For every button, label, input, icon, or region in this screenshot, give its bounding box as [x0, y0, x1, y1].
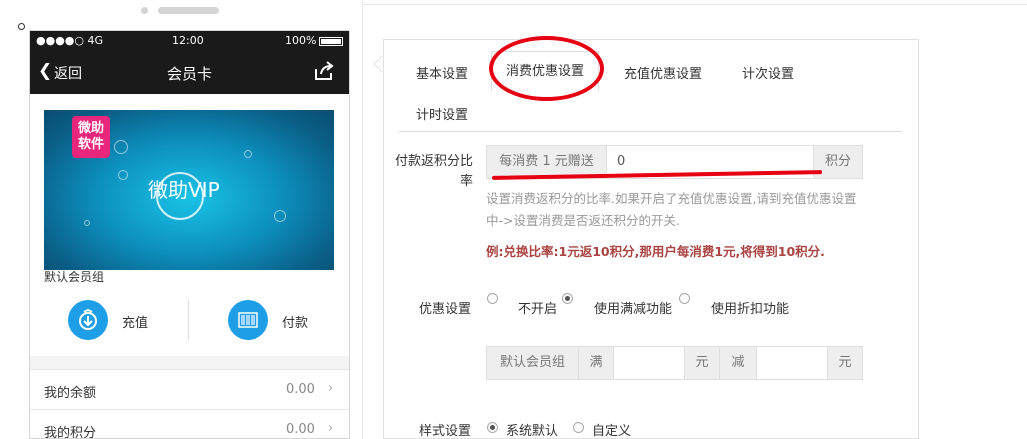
radio-style-default[interactable] — [487, 422, 498, 433]
recharge-icon[interactable] — [68, 300, 108, 340]
tab-timing[interactable]: 计时设置 — [416, 104, 468, 123]
option-style-default-label[interactable]: 系统默认 — [506, 420, 558, 439]
rule-full-label: 满 — [578, 346, 614, 380]
account-list: 我的余额 0.00 › 我的积分 0.00 › — [30, 369, 349, 439]
radio-style-custom[interactable] — [573, 422, 584, 433]
option-style-custom-label[interactable]: 自定义 — [592, 420, 631, 439]
phone-preview: ●●●●○ 4G 12:00 100% ❮ 返回 会员卡 微助VIP 微助 软件 — [29, 30, 350, 439]
option-full-reduction-label[interactable]: 使用满减功能 — [594, 298, 672, 317]
action-separator — [188, 299, 189, 341]
member-card[interactable]: 微助VIP 微助 软件 — [44, 110, 334, 270]
recharge-button[interactable]: 充值 — [122, 312, 148, 331]
nav-bar: ❮ 返回 会员卡 — [30, 51, 349, 94]
radio-full-reduction[interactable] — [562, 293, 573, 304]
brand-logo-line2: 软件 — [77, 137, 104, 152]
full-amount-input[interactable] — [613, 346, 685, 380]
page-title: 会员卡 — [166, 65, 212, 83]
member-card-area: 微助VIP 微助 软件 默认会员组 — [30, 94, 349, 284]
action-bar: 充值 付款 — [30, 284, 349, 356]
example-text: 例:兑换比率:1元返10积分,那用户每消费1元,将得到10积分. — [486, 244, 825, 259]
tabs-underline — [399, 131, 902, 132]
status-bar: ●●●●○ 4G 12:00 100% — [30, 31, 349, 51]
pay-button[interactable]: 付款 — [282, 312, 308, 331]
option-disabled-label[interactable]: 不开启 — [518, 298, 557, 317]
bubble-decoration — [114, 140, 128, 154]
signal-indicator: ●●●●○ 4G — [36, 34, 104, 47]
red-highlight-circle — [489, 36, 604, 101]
list-item-label: 我的余额 — [44, 386, 97, 401]
list-item[interactable]: 我的余额 0.00 › — [30, 369, 349, 409]
rule-minus-label: 减 — [719, 346, 757, 380]
option-discount-label[interactable]: 使用折扣功能 — [711, 298, 789, 317]
rule-yuan-label: 元 — [684, 346, 720, 380]
bubble-decoration — [84, 220, 90, 226]
tab-basic[interactable]: 基本设置 — [416, 63, 468, 82]
radio-discount[interactable] — [679, 293, 690, 304]
battery-text: 100% — [285, 34, 317, 47]
card-title: 微助VIP — [148, 178, 220, 202]
rule-yuan-label-2: 元 — [827, 346, 863, 380]
list-item-label: 我的积分 — [44, 426, 97, 439]
tab-count[interactable]: 计次设置 — [742, 63, 794, 82]
brand-logo: 微助 软件 — [72, 116, 110, 158]
list-item-value: 0.00 — [286, 422, 315, 437]
selection-marker — [18, 23, 25, 30]
vertical-divider — [362, 0, 363, 439]
chevron-right-icon: › — [328, 381, 334, 396]
help-text: 设置消费返积分的比率.如果开启了充值优惠设置,请到充值优惠设置中->设置消费是否… — [486, 191, 857, 228]
share-icon[interactable] — [313, 60, 335, 86]
clock: 12:00 — [172, 34, 204, 47]
bubble-decoration — [118, 170, 128, 180]
list-item[interactable]: 我的积分 0.00 › — [30, 409, 349, 439]
tab-recharge[interactable]: 充值优惠设置 — [624, 63, 702, 82]
points-ratio-label: 付款返积分比率 — [394, 154, 473, 189]
discount-label: 优惠设置 — [418, 302, 471, 317]
minus-amount-input[interactable] — [756, 346, 828, 380]
member-group-label: 默认会员组 — [44, 270, 334, 284]
top-divider — [362, 4, 1027, 5]
brand-logo-line1: 微助 — [77, 121, 104, 136]
radio-disabled[interactable] — [487, 293, 498, 304]
bubble-decoration — [274, 210, 286, 222]
bubble-decoration — [244, 150, 252, 158]
battery-icon — [319, 37, 343, 46]
style-label: 样式设置 — [418, 424, 471, 439]
barcode-icon[interactable] — [228, 300, 268, 340]
drag-handle-bar[interactable] — [158, 7, 219, 14]
rule-group-label: 默认会员组 — [486, 346, 579, 380]
chevron-right-icon: › — [328, 421, 334, 436]
list-item-value: 0.00 — [286, 382, 315, 397]
drag-handle-dot — [141, 7, 148, 14]
